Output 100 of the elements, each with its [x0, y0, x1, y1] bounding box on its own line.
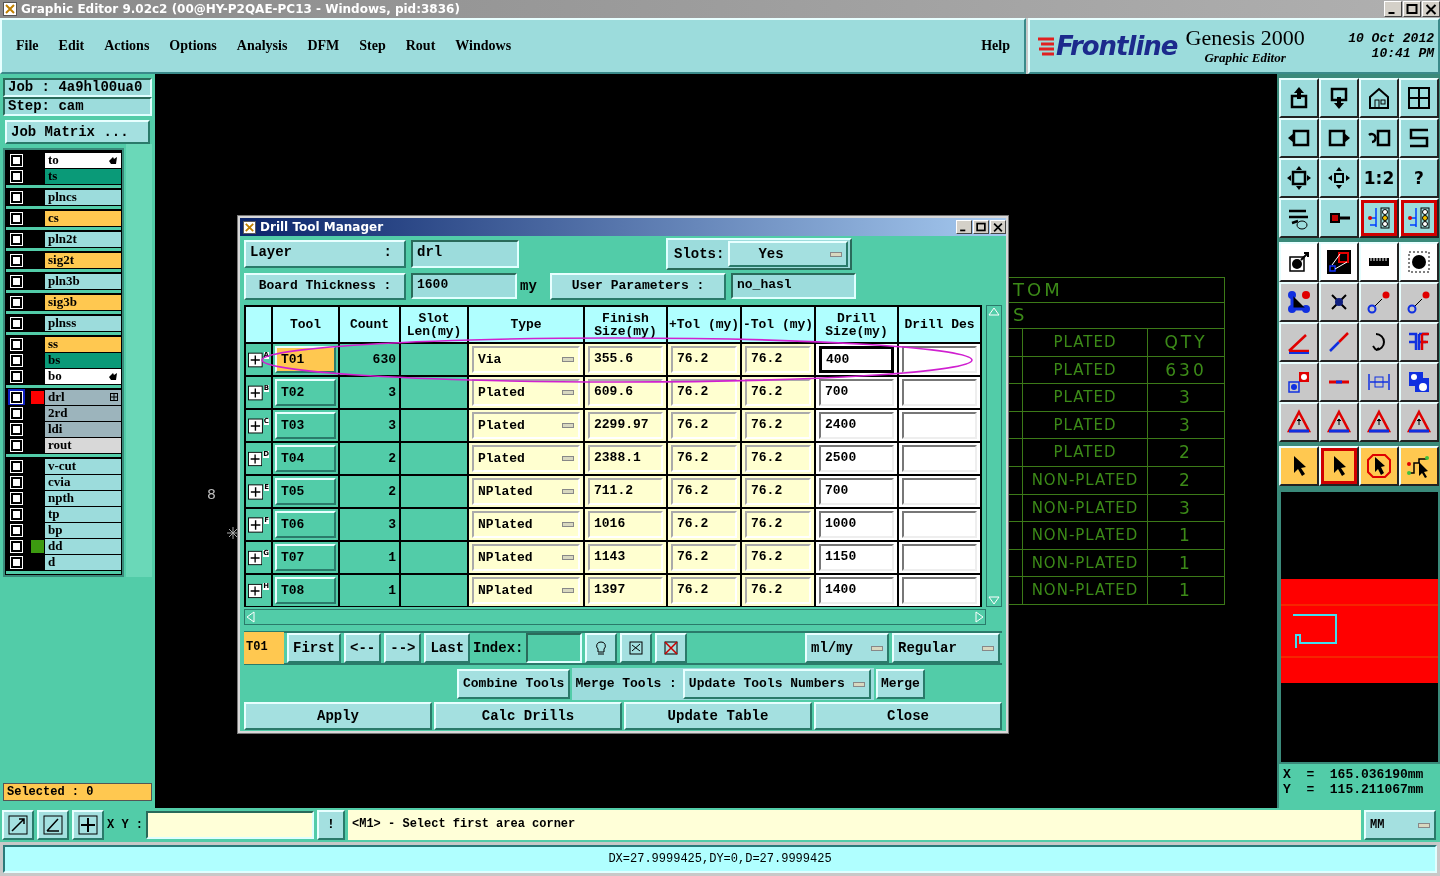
layer-item[interactable]: bp: [45, 522, 122, 538]
plus-tolerance-field[interactable]: 76.2: [671, 577, 737, 604]
help-menu[interactable]: Help: [981, 38, 1010, 54]
circle-arrow-icon[interactable]: [1286, 249, 1312, 275]
type-dropdown[interactable]: Plated: [472, 445, 580, 472]
finish-size-field[interactable]: 711.2: [588, 478, 663, 505]
finish-size-field[interactable]: 1397: [588, 577, 663, 604]
menu-item[interactable]: Actions: [104, 38, 150, 54]
thickness-field[interactable]: 1600: [411, 273, 517, 299]
drill-size-field[interactable]: 2500: [819, 445, 894, 472]
nav-button[interactable]: <--: [344, 633, 382, 663]
finish-size-field[interactable]: 1143: [588, 544, 663, 571]
close-icon[interactable]: [1423, 2, 1439, 16]
layer-item[interactable]: 2rd: [45, 405, 122, 421]
layer-label[interactable]: Layer :: [244, 240, 406, 268]
layer-item[interactable]: sig3b: [45, 294, 122, 310]
layer-item[interactable]: rout: [45, 437, 122, 453]
layer-item[interactable]: ldi: [45, 421, 122, 437]
layer-item[interactable]: sig2t: [45, 252, 122, 268]
plus-icon[interactable]: [248, 450, 263, 467]
menu-item[interactable]: Options: [169, 38, 217, 54]
layer-item[interactable]: v-cut: [45, 458, 122, 474]
index-field[interactable]: [526, 633, 583, 663]
tool-button[interactable]: T07: [275, 544, 336, 571]
drill-designation-field[interactable]: [902, 478, 977, 505]
minus-tolerance-field[interactable]: 76.2: [745, 511, 811, 538]
drill-size-field[interactable]: 400: [819, 346, 894, 373]
finish-size-field[interactable]: 355.6: [588, 346, 663, 373]
plus-icon[interactable]: [248, 384, 263, 401]
drill-designation-field[interactable]: [902, 544, 977, 571]
drill-designation-field[interactable]: [902, 412, 977, 439]
plus-tolerance-field[interactable]: 76.2: [671, 412, 737, 439]
tool-button[interactable]: T02: [275, 379, 336, 406]
layer-item[interactable]: bo: [45, 368, 122, 384]
drill-size-field[interactable]: 700: [819, 379, 894, 406]
units-dropdown[interactable]: MM: [1364, 810, 1436, 840]
octagon-pointer-icon[interactable]: [1366, 453, 1392, 479]
route-pointer-icon[interactable]: [1406, 453, 1432, 479]
plus-tolerance-field[interactable]: 76.2: [671, 379, 737, 406]
minus-tolerance-field[interactable]: 76.2: [745, 379, 811, 406]
plus-icon[interactable]: [248, 549, 263, 566]
dialog-button[interactable]: Apply: [244, 702, 432, 730]
dialog-button[interactable]: Calc Drills: [434, 702, 622, 730]
nodes-icon[interactable]: [1286, 289, 1312, 315]
triangle-icon[interactable]: [1326, 409, 1352, 435]
layer-item[interactable]: ts: [45, 168, 122, 184]
menu-item[interactable]: File: [16, 38, 39, 54]
minus-tolerance-field[interactable]: 76.2: [745, 544, 811, 571]
layer-item[interactable]: cvia: [45, 474, 122, 490]
thickness-label[interactable]: Board Thickness :: [244, 272, 406, 300]
minus-tolerance-field[interactable]: 76.2: [745, 346, 811, 373]
finish-size-field[interactable]: 609.6: [588, 379, 663, 406]
layer-item[interactable]: pln2t: [45, 231, 122, 247]
tool-button[interactable]: T05: [275, 478, 336, 505]
pan-icon[interactable]: [1326, 165, 1352, 191]
dot-frame-icon[interactable]: [1406, 249, 1432, 275]
type-dropdown[interactable]: NPlated: [472, 511, 580, 538]
drill-size-field[interactable]: 1150: [819, 544, 894, 571]
slots-dropdown[interactable]: Yes: [728, 241, 848, 267]
tool-button[interactable]: T03: [275, 412, 336, 439]
layer-item[interactable]: cs: [45, 210, 122, 226]
layer-item[interactable]: tp: [45, 506, 122, 522]
drill-designation-field[interactable]: [902, 445, 977, 472]
triangle-icon[interactable]: [1286, 409, 1312, 435]
fit-view-icon[interactable]: [1286, 165, 1312, 191]
parameters-field[interactable]: no_hasl: [731, 273, 856, 299]
drill-size-field[interactable]: 700: [819, 478, 894, 505]
maximize-icon[interactable]: [1404, 2, 1420, 16]
dialog-button[interactable]: Update Table: [624, 702, 812, 730]
maximize-icon[interactable]: [974, 221, 988, 233]
layer-item[interactable]: plnss: [45, 315, 122, 331]
clip-icon[interactable]: [1326, 249, 1352, 275]
plus-tolerance-field[interactable]: 76.2: [671, 478, 737, 505]
nav-button[interactable]: First: [287, 633, 341, 663]
units-dropdown[interactable]: ml/my: [805, 633, 889, 663]
swap-icon[interactable]: [627, 639, 646, 657]
menu-item[interactable]: Edit: [58, 38, 85, 54]
minus-tolerance-field[interactable]: 76.2: [745, 577, 811, 604]
traffic-light-icon[interactable]: [1366, 205, 1392, 231]
plus-tolerance-field[interactable]: 76.2: [671, 346, 737, 373]
squares-icon[interactable]: [1286, 369, 1312, 395]
layer-field[interactable]: drl: [411, 240, 519, 268]
drill-size-field[interactable]: 2400: [819, 412, 894, 439]
menu-item[interactable]: Analysis: [236, 38, 288, 54]
drill-size-field[interactable]: 1000: [819, 511, 894, 538]
type-dropdown[interactable]: NPlated: [472, 577, 580, 604]
combine-button[interactable]: Combine Tools: [457, 669, 571, 699]
layer-item[interactable]: drl: [45, 389, 122, 405]
layer-item[interactable]: bs: [45, 352, 122, 368]
blobs-icon[interactable]: [1406, 369, 1432, 395]
drill-designation-field[interactable]: [902, 379, 977, 406]
layer-item[interactable]: ss: [45, 336, 122, 352]
grid-icon[interactable]: [77, 814, 99, 836]
type-dropdown[interactable]: Plated: [472, 379, 580, 406]
drill-size-field[interactable]: 1400: [819, 577, 894, 604]
plus-icon[interactable]: [248, 516, 264, 533]
tool-button[interactable]: ?: [1399, 158, 1439, 198]
plus-tolerance-field[interactable]: 76.2: [671, 445, 737, 472]
link-icon[interactable]: [1366, 289, 1392, 315]
menu-item[interactable]: DFM: [307, 38, 340, 54]
